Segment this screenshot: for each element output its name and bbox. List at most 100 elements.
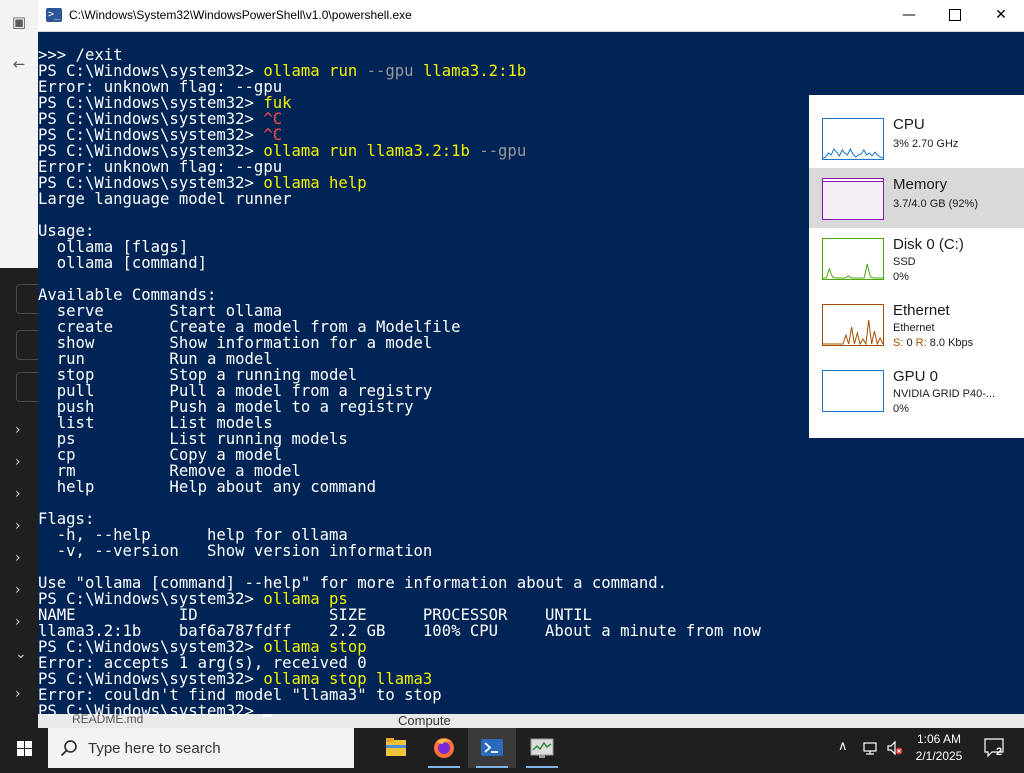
powershell-icon: >_ — [46, 8, 62, 22]
console-text: --gpu — [479, 142, 527, 160]
cpu-graph — [822, 118, 884, 160]
search-icon — [60, 740, 77, 757]
taskbar-powershell[interactable] — [468, 728, 516, 768]
task-manager-icon — [530, 738, 554, 758]
console-line: PS C:\Windows\system32> ollama run --gpu… — [38, 63, 1024, 79]
console-text: help Help about any command — [38, 478, 376, 496]
console-line: PS C:\Windows\system32> ollama stop llam… — [38, 671, 1024, 687]
console-line: llama3.2:1b baf6a787fdff 2.2 GB 100% CPU… — [38, 623, 1024, 639]
minimize-button[interactable]: — — [886, 0, 932, 31]
perf-item-cpu[interactable]: CPU 3% 2.70 GHz — [809, 108, 1024, 168]
search-placeholder: Type here to search — [88, 740, 221, 757]
ethernet-graph — [822, 304, 884, 346]
background-button[interactable] — [16, 372, 39, 402]
console-text: Large language model runner — [38, 190, 292, 208]
taskbar-firefox[interactable] — [420, 728, 468, 768]
console-line: PS C:\Windows\system32> ollama ps — [38, 591, 1024, 607]
console-line: Use "ollama [command] --help" for more i… — [38, 575, 1024, 591]
background-app-panel — [0, 0, 38, 268]
volume-muted-icon[interactable] — [886, 739, 904, 757]
console-line: rm Remove a model — [38, 463, 1024, 479]
close-button[interactable]: ✕ — [978, 0, 1024, 31]
taskbar-file-explorer[interactable] — [372, 728, 420, 768]
ethernet-send-label: S: — [893, 337, 904, 349]
chevron-down-icon[interactable]: ⌄ — [15, 646, 31, 662]
console-line: help Help about any command — [38, 479, 1024, 495]
perf-gpu-model: NVIDIA GRID P40-... — [893, 388, 996, 400]
ethernet-send-value: 0 — [906, 337, 913, 349]
memory-graph — [822, 178, 884, 220]
archive-icon[interactable]: ▣ — [10, 13, 28, 31]
perf-ethernet-name: Ethernet — [893, 302, 950, 319]
console-text: PS C:\Windows\system32> — [38, 702, 264, 720]
console-text: -v, --version Show version information — [38, 542, 433, 560]
maximize-button[interactable] — [932, 0, 978, 31]
chevron-right-icon[interactable]: › — [15, 550, 31, 566]
windows-logo-icon — [25, 749, 32, 756]
action-center-button[interactable]: 2 — [984, 738, 1006, 758]
console-text: run — [319, 62, 367, 80]
perf-ethernet-throughput: S: 0 R: 8.0 Kbps — [893, 337, 973, 349]
chevron-right-icon[interactable]: › — [15, 454, 31, 470]
console-line: Error: unknown flag: --gpu — [38, 79, 1024, 95]
maximize-icon — [949, 9, 961, 21]
system-clock[interactable]: 1:06 AM 2/1/2025 — [908, 731, 970, 765]
perf-memory-name: Memory — [893, 176, 948, 193]
taskbar-search-box[interactable]: Type here to search — [48, 728, 354, 768]
task-manager-performance-panel[interactable]: CPU 3% 2.70 GHz Memory 3.7/4.0 GB (92%) … — [809, 95, 1024, 438]
ethernet-receive-value: 8.0 Kbps — [929, 337, 974, 349]
perf-item-disk[interactable]: Disk 0 (C:) SSD 0% — [809, 228, 1024, 288]
text-cursor — [263, 714, 273, 717]
console-text: ollama run llama3.2:1b — [263, 142, 480, 160]
background-app-sidebar: ▣ ← › › › › › › › ⌄ › — [0, 0, 39, 728]
chevron-right-icon[interactable]: › — [15, 686, 31, 702]
powershell-icon — [481, 739, 503, 756]
back-arrow-icon[interactable]: ← — [10, 55, 28, 73]
perf-ethernet-adapter: Ethernet — [893, 322, 935, 334]
console-line: >>> /exit — [38, 47, 1024, 63]
windows-logo-icon — [25, 741, 32, 748]
perf-cpu-name: CPU — [893, 116, 925, 133]
perf-disk-type: SSD — [893, 256, 916, 268]
console-text: --gpu — [366, 62, 414, 80]
windows-logo-icon — [17, 749, 24, 756]
perf-gpu-usage: 0% — [893, 403, 909, 415]
perf-disk-usage: 0% — [893, 271, 909, 283]
chevron-right-icon[interactable]: › — [15, 486, 31, 502]
console-line: PS C:\Windows\system32> ollama stop — [38, 639, 1024, 655]
perf-memory-usage: 3.7/4.0 GB (92%) — [893, 198, 978, 210]
console-text: llama3.2:1b — [413, 62, 527, 80]
clock-date: 2/1/2025 — [915, 749, 963, 763]
taskbar-task-manager[interactable] — [518, 728, 566, 768]
disk-graph — [822, 238, 884, 280]
perf-disk-name: Disk 0 (C:) — [893, 236, 964, 253]
perf-item-gpu[interactable]: GPU 0 NVIDIA GRID P40-... 0% — [809, 360, 1024, 420]
console-line: -v, --version Show version information — [38, 543, 1024, 559]
perf-item-memory[interactable]: Memory 3.7/4.0 GB (92%) — [809, 168, 1024, 228]
title-bar[interactable]: >_ C:\Windows\System32\WindowsPowerShell… — [38, 0, 1024, 32]
chevron-right-icon[interactable]: › — [15, 614, 31, 630]
network-icon[interactable] — [862, 739, 880, 757]
background-button[interactable] — [16, 330, 39, 360]
chevron-right-icon[interactable]: › — [15, 422, 31, 438]
chevron-right-icon[interactable]: › — [15, 582, 31, 598]
firefox-icon — [434, 738, 454, 758]
console-line: Error: couldn't find model "llama3" to s… — [38, 687, 1024, 703]
windows-logo-icon — [17, 741, 24, 748]
taskbar: Type here to search ∧ 1:06 AM 2/1/2025 2 — [0, 728, 1024, 768]
notification-icon — [984, 738, 1004, 758]
perf-item-ethernet[interactable]: Ethernet Ethernet S: 0 R: 8.0 Kbps — [809, 294, 1024, 354]
console-line: Flags: — [38, 511, 1024, 527]
clock-time: 1:06 AM — [916, 732, 962, 746]
console-line: Error: accepts 1 arg(s), received 0 — [38, 655, 1024, 671]
show-hidden-icons-button[interactable]: ∧ — [838, 738, 848, 754]
console-line: cp Copy a model — [38, 447, 1024, 463]
console-line: -h, --help help for ollama — [38, 527, 1024, 543]
background-button[interactable] — [16, 284, 39, 314]
window-title: C:\Windows\System32\WindowsPowerShell\v1… — [69, 8, 412, 22]
start-button[interactable] — [0, 728, 48, 768]
perf-cpu-usage: 3% 2.70 GHz — [893, 138, 959, 150]
chevron-right-icon[interactable]: › — [15, 518, 31, 534]
